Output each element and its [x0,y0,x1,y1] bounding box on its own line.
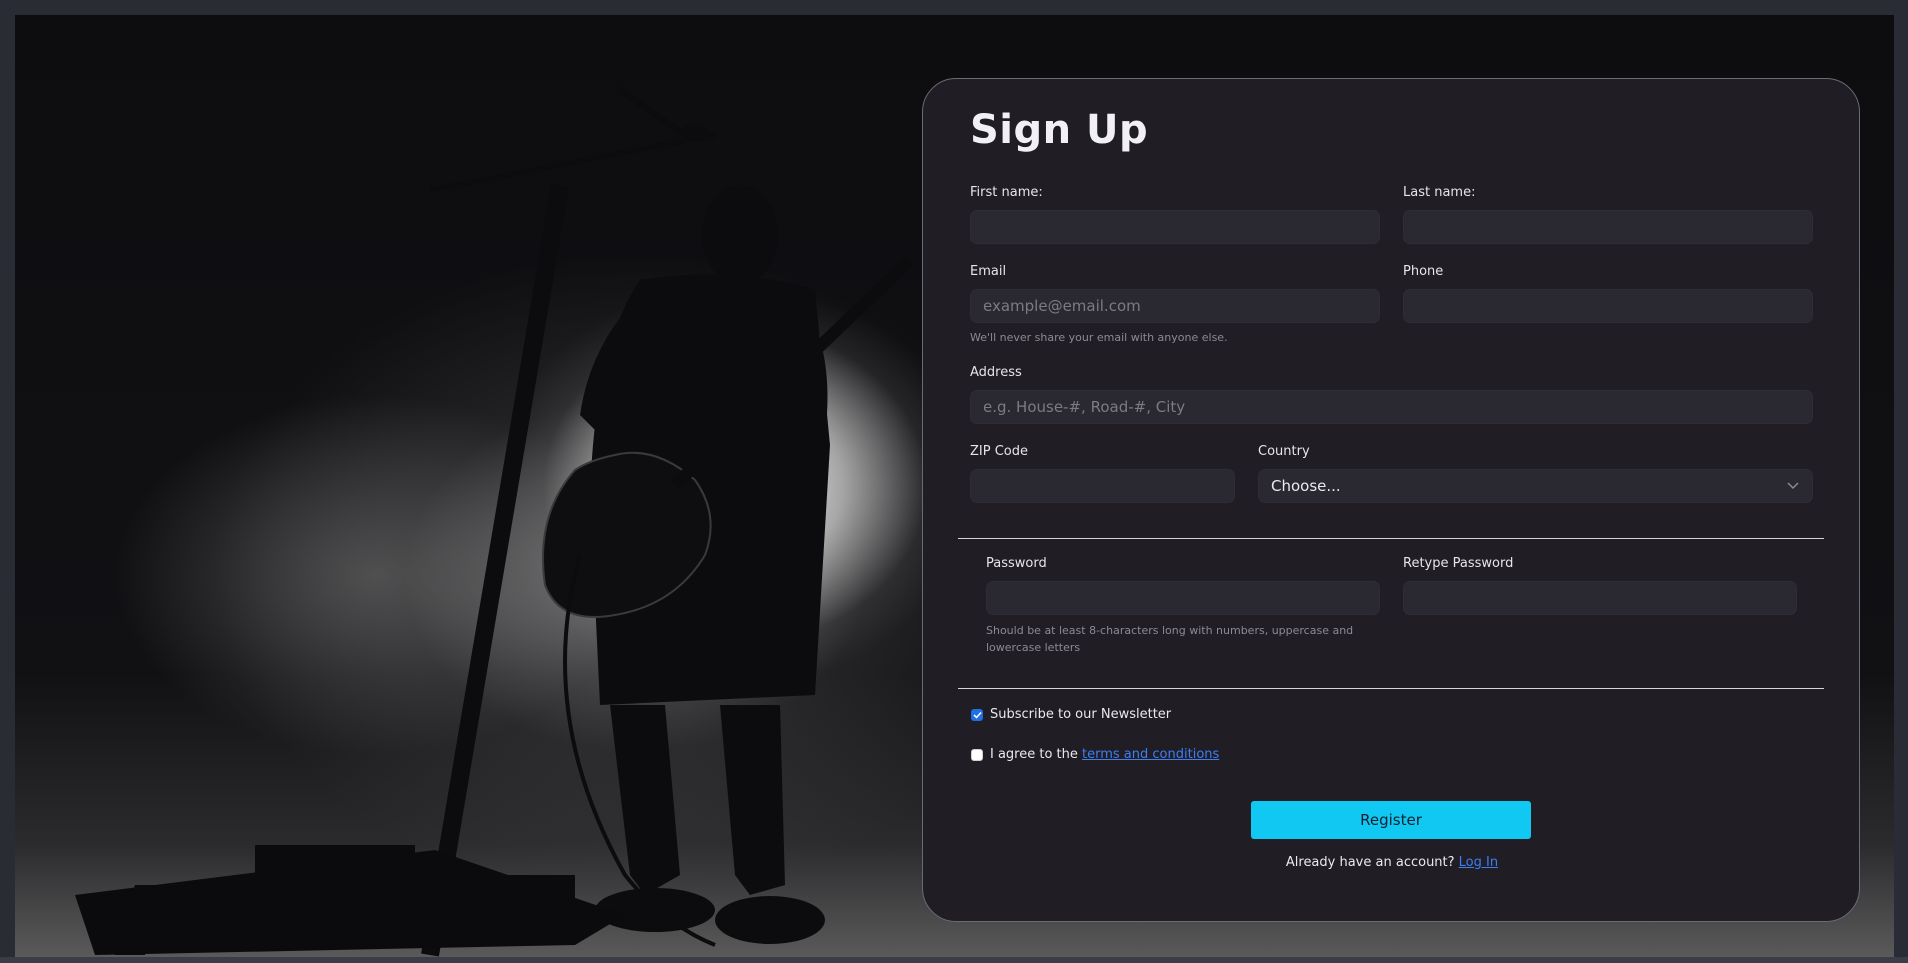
retype-password-label: Retype Password [1403,556,1514,571]
phone-input[interactable] [1403,289,1813,323]
newsletter-checkbox-row[interactable]: Subscribe to our Newsletter [971,707,1171,722]
terms-link[interactable]: terms and conditions [1082,747,1219,762]
email-label: Email [970,264,1007,279]
retype-password-input[interactable] [1403,581,1797,615]
first-name-input[interactable] [970,210,1380,244]
last-name-input[interactable] [1403,210,1813,244]
address-label: Address [970,365,1022,380]
country-select[interactable]: Choose... [1258,469,1813,503]
signup-card: Sign Up First name: Last name: Email We'… [922,78,1860,922]
terms-label: I agree to the [990,747,1083,762]
page-title: Sign Up [970,107,1149,153]
login-prompt-row: Already have an account? Log In [923,855,1861,870]
guitarist-silhouette [75,87,915,957]
page-stage: Sign Up First name: Last name: Email We'… [15,15,1894,957]
zip-label: ZIP Code [970,444,1028,459]
newsletter-label: Subscribe to our Newsletter [990,707,1172,722]
country-label: Country [1258,444,1310,459]
divider-top [958,538,1824,539]
password-label: Password [986,556,1047,571]
terms-checkbox-row[interactable]: I agree to the terms and conditions [971,747,1219,762]
chevron-down-icon [1786,479,1800,493]
divider-bottom [958,688,1824,689]
email-input[interactable] [970,289,1380,323]
country-selected-value: Choose... [1271,477,1341,495]
register-button[interactable]: Register [1251,801,1531,839]
email-help-text: We'll never share your email with anyone… [970,331,1228,344]
password-input[interactable] [986,581,1380,615]
login-prompt-text: Already have an account? [1285,855,1459,870]
password-help-text: Should be at least 8-characters long wit… [986,624,1354,654]
phone-label: Phone [1403,264,1444,279]
address-input[interactable] [970,390,1813,424]
first-name-label: First name: [970,185,1043,200]
terms-checkbox[interactable] [971,748,983,761]
newsletter-checkbox[interactable] [971,708,983,721]
last-name-label: Last name: [1403,185,1476,200]
checkmark-icon [972,711,982,719]
zip-input[interactable] [970,469,1235,503]
window-bottom-edge [0,957,1908,963]
login-link[interactable]: Log In [1459,855,1498,870]
